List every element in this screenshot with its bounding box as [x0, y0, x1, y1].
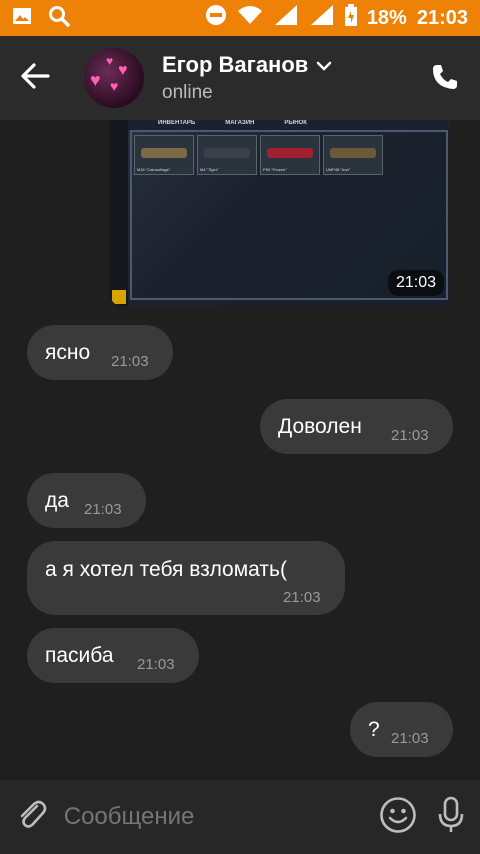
message-list[interactable]: ИНВЕНТАРЬ МАГАЗИН РЫНОК M16 "Camouflage"…: [0, 120, 480, 780]
message-time: 21:03: [391, 427, 429, 444]
game-tab: ИНВЕНТАРЬ: [158, 120, 196, 126]
battery-percent: 18%: [366, 6, 407, 29]
weapon-grid: M16 "Camouflage" M4 "Tiger" P90 "Frozen"…: [134, 135, 383, 175]
chevron-down-icon: [316, 52, 332, 78]
heart-icon: ♥: [110, 78, 119, 94]
message-text: пасиба: [45, 644, 114, 667]
message-text: Доволен: [278, 415, 362, 438]
message-bubble-incoming[interactable]: ясно 21:03: [27, 325, 173, 380]
weapon-label: M4 "Tiger": [200, 167, 219, 172]
message-time: 21:03: [283, 589, 321, 606]
weapon-item: M16 "Camouflage": [134, 135, 194, 175]
image-message[interactable]: ИНВЕНТАРЬ МАГАЗИН РЫНОК M16 "Camouflage"…: [110, 120, 450, 306]
arrow-left-icon: [20, 62, 50, 94]
microphone-icon: [435, 796, 467, 839]
chat-header: ♥ ♥ ♥ ♥ Егор Ваганов online: [0, 36, 480, 120]
weapon-label: UMP45 "Iron": [326, 167, 351, 172]
battery-icon: [344, 4, 357, 32]
back-button[interactable]: [0, 36, 70, 120]
message-input[interactable]: [63, 803, 374, 831]
paperclip-icon: [15, 798, 49, 837]
emoji-button[interactable]: [374, 796, 423, 839]
contact-info[interactable]: Егор Ваганов online: [162, 52, 332, 104]
avatar[interactable]: ♥ ♥ ♥ ♥: [84, 48, 144, 108]
clock: 21:03: [416, 6, 468, 29]
game-tab: МАГАЗИН: [225, 120, 255, 126]
game-badge: [112, 290, 126, 304]
heart-icon: ♥: [90, 70, 101, 90]
message-bubble-outgoing[interactable]: ? 21:03: [350, 702, 453, 757]
weapon-item: UMP45 "Iron": [323, 135, 383, 175]
message-time: 21:03: [391, 730, 429, 747]
message-text: ясно: [45, 341, 91, 364]
voice-button[interactable]: [423, 796, 480, 839]
gallery-icon: [12, 6, 32, 31]
contact-status: online: [162, 82, 213, 103]
wifi-icon: [237, 5, 263, 31]
weapon-label: P90 "Frozen": [263, 167, 287, 172]
message-time: 21:03: [387, 270, 444, 296]
message-composer: [0, 780, 480, 854]
message-text: ?: [368, 718, 380, 741]
message-bubble-outgoing[interactable]: Доволен 21:03: [260, 399, 453, 454]
heart-icon: ♥: [106, 54, 114, 68]
signal-icon-2: [309, 4, 335, 32]
game-sidebar: [110, 120, 128, 306]
message-text: да: [45, 489, 69, 512]
message-bubble-incoming[interactable]: да 21:03: [27, 473, 146, 528]
phone-icon: [430, 65, 460, 96]
message-time: 21:03: [111, 353, 149, 370]
status-bar: 18% 21:03: [0, 0, 480, 36]
weapon-label: M16 "Camouflage": [137, 167, 171, 172]
signal-icon: [273, 4, 299, 32]
attach-button[interactable]: [0, 798, 64, 837]
game-tabs: ИНВЕНТАРЬ МАГАЗИН РЫНОК: [128, 120, 450, 130]
message-bubble-incoming[interactable]: а я хотел тебя взломать( 21:03: [27, 541, 345, 615]
message-time: 21:03: [137, 656, 175, 673]
message-text: а я хотел тебя взломать(: [45, 558, 287, 581]
game-tab: РЫНОК: [284, 120, 307, 126]
contact-name: Егор Ваганов: [162, 52, 309, 77]
heart-icon: ♥: [118, 62, 128, 79]
smiley-icon: [379, 796, 417, 839]
weapon-item: P90 "Frozen": [260, 135, 320, 175]
weapon-item: M4 "Tiger": [197, 135, 257, 175]
call-button[interactable]: [430, 62, 460, 97]
message-time: 21:03: [84, 501, 122, 518]
do-not-disturb-icon: [205, 4, 227, 32]
message-bubble-incoming[interactable]: пасиба 21:03: [27, 628, 199, 683]
search-icon: [48, 5, 70, 32]
